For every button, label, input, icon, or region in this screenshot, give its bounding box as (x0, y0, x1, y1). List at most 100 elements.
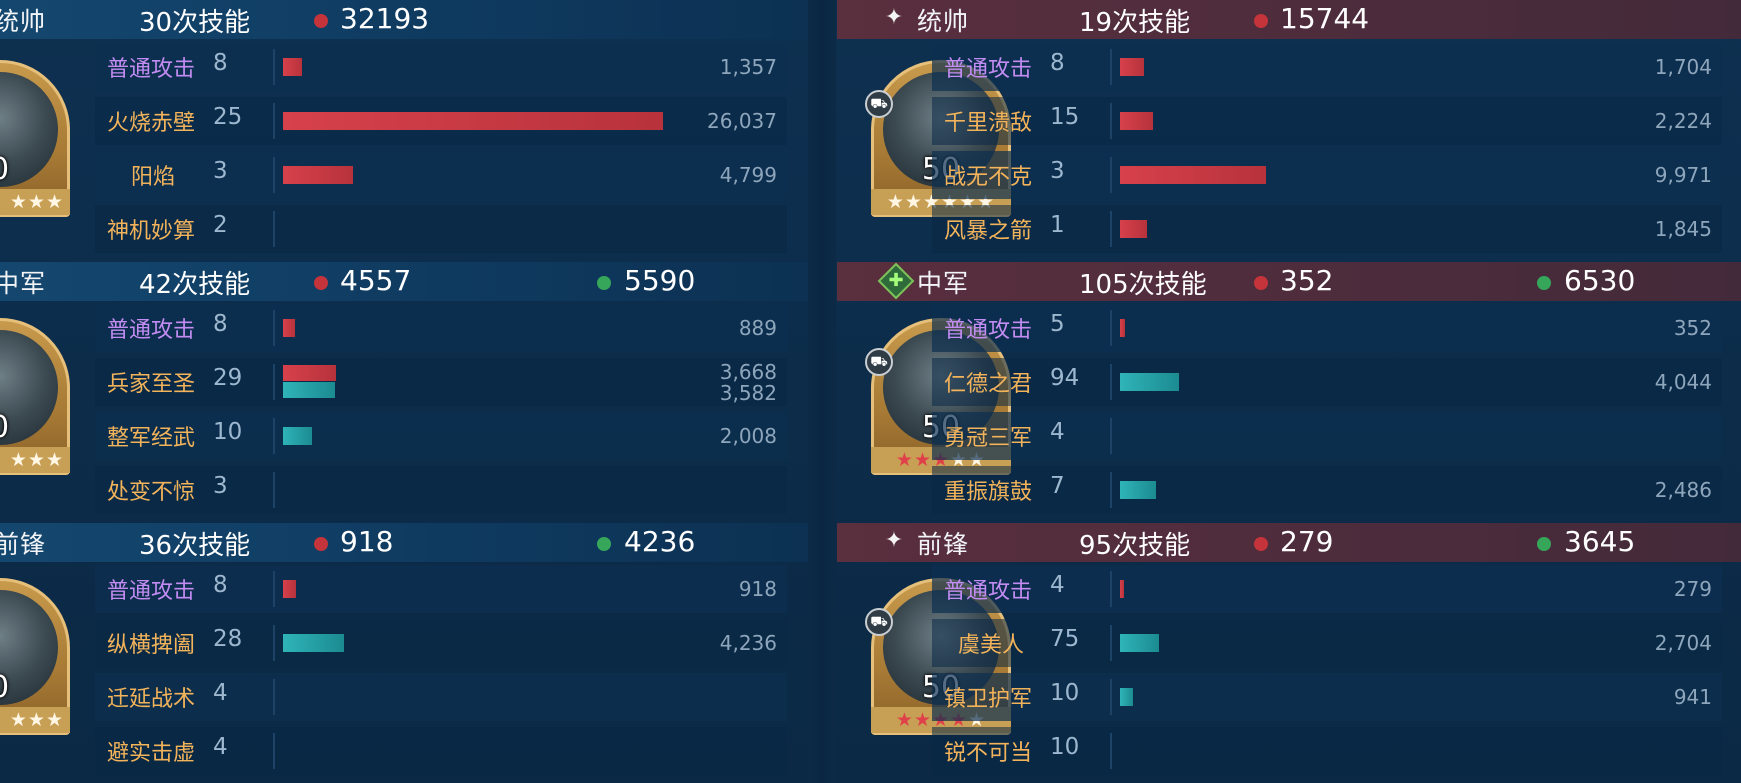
damage-dot-icon (1254, 276, 1268, 290)
damage-value: 352 (1673, 316, 1712, 340)
group-header-center: ✚ 中军 105次技能 352 6530 (837, 262, 1741, 301)
hero-stars: ★★★ (0, 447, 70, 473)
damage-bar (1120, 220, 1147, 238)
hero-portrait[interactable]: 0 ★★★ (0, 578, 70, 735)
skill-times: 7 (1050, 473, 1065, 499)
skill-name: 阳焰 (131, 165, 176, 190)
skill-count: 30次技能 (139, 8, 251, 38)
heal-value: 941 (1673, 685, 1712, 709)
skill-row: 千里溃敌 15 2,224 (932, 97, 1722, 145)
role-label: 前锋 (0, 530, 47, 559)
damage-bar (1120, 58, 1144, 76)
skill-times: 4 (1050, 572, 1065, 598)
heal-cross-icon: ✚ (877, 262, 915, 300)
group-header-commander: 统帅 30次技能 32193 (0, 0, 808, 39)
damage-bar (283, 58, 302, 76)
damage-total: 15744 (1280, 2, 1370, 35)
damage-dot-icon (314, 14, 328, 28)
skill-times: 75 (1050, 626, 1080, 652)
skill-row: 整军经武 10 2,008 (95, 412, 787, 460)
heal-bar (283, 427, 312, 445)
skill-times: 8 (213, 50, 228, 76)
skill-name: 纵横捭阖 (107, 633, 196, 658)
skill-times: 8 (213, 572, 228, 598)
heal-value: 4,044 (1654, 370, 1712, 394)
skill-times: 5 (1050, 311, 1065, 337)
role-label: 前锋 (917, 530, 970, 559)
damage-bar (283, 112, 663, 130)
damage-value: 4,799 (719, 163, 777, 187)
skill-name: 普通攻击 (944, 57, 1033, 82)
skill-row: 普通攻击 8 918 (95, 565, 787, 613)
role-label: 统帅 (0, 7, 47, 36)
skill-row: 纵横捭阖 28 4,236 (95, 619, 787, 667)
skill-name: 勇冠三军 (944, 426, 1033, 451)
damage-dot-icon (1254, 14, 1268, 28)
heal-bar (1120, 688, 1133, 706)
damage-dot-icon (314, 276, 328, 290)
heal-total: 5590 (624, 264, 696, 297)
damage-bar (1120, 112, 1153, 130)
skill-row: 战无不克 3 9,971 (932, 151, 1722, 199)
damage-value: 2,224 (1654, 109, 1712, 133)
hero-stars: ★★★ (0, 189, 70, 215)
damage-value: 9,971 (1654, 163, 1712, 187)
hero-portrait[interactable]: 0 ★★★ (0, 318, 70, 475)
skill-times: 4 (1050, 419, 1065, 445)
center-divider (808, 0, 836, 783)
heal-value: 3,582 (719, 381, 777, 405)
heal-value: 4,236 (719, 631, 777, 655)
left-team-panel: 统帅 30次技能 32193 0 ★★★ 普通攻击 8 1,357 火烧赤壁 2… (0, 0, 808, 783)
right-team-panel: ✦ 统帅 19次技能 15744 ⛟ 50 ★★★★★★ 普通攻击 8 1,70… (837, 0, 1741, 783)
skill-name: 风暴之箭 (944, 219, 1033, 244)
damage-total: 279 (1280, 525, 1334, 558)
skill-count: 105次技能 (1079, 270, 1207, 300)
skill-count: 19次技能 (1079, 8, 1191, 38)
tank-icon: ⛟ (865, 348, 893, 376)
role-label: 中军 (917, 269, 970, 298)
damage-total: 352 (1280, 264, 1334, 297)
damage-total: 918 (340, 525, 394, 558)
skill-times: 25 (213, 104, 243, 130)
group-header-center: 中军 42次技能 4557 5590 (0, 262, 808, 301)
skill-row: 迁延战术 4 (95, 673, 787, 721)
skill-name: 神机妙算 (107, 219, 196, 244)
skill-row: 普通攻击 8 889 (95, 304, 787, 352)
skill-times: 4 (213, 734, 228, 760)
skill-times: 10 (213, 419, 243, 445)
damage-bar (283, 319, 295, 337)
skill-row: 兵家至圣 29 3,668 3,582 (95, 358, 787, 406)
hero-portrait[interactable]: 0 ★★★ (0, 60, 70, 217)
heal-dot-icon (1537, 537, 1551, 551)
skill-row: 镇卫护军 10 941 (932, 673, 1722, 721)
skill-name: 迁延战术 (107, 687, 196, 712)
heal-dot-icon (597, 276, 611, 290)
skill-row: 普通攻击 5 352 (932, 304, 1722, 352)
skill-times: 4 (213, 680, 228, 706)
skill-row: 火烧赤壁 25 26,037 (95, 97, 787, 145)
skill-times: 8 (213, 311, 228, 337)
skill-times: 8 (1050, 50, 1065, 76)
damage-bar (283, 365, 336, 381)
damage-dot-icon (1254, 537, 1268, 551)
heal-bar (1120, 373, 1179, 391)
heal-dot-icon (1537, 276, 1551, 290)
damage-bar (283, 580, 296, 598)
skill-name: 锐不可当 (944, 741, 1033, 766)
skill-name: 避实击虚 (107, 741, 196, 766)
skill-times: 3 (213, 473, 228, 499)
skill-row: 风暴之箭 1 1,845 (932, 205, 1722, 253)
skill-times: 94 (1050, 365, 1080, 391)
role-label: 中军 (0, 269, 47, 298)
skill-times: 3 (213, 158, 228, 184)
skill-row: 处变不惊 3 (95, 466, 787, 514)
skill-name: 千里溃敌 (944, 111, 1033, 136)
heal-total: 4236 (624, 525, 696, 558)
skill-name: 仁德之君 (944, 372, 1033, 397)
hero-level: 0 (0, 152, 70, 187)
skill-row: 重振旗鼓 7 2,486 (932, 466, 1722, 514)
tank-icon: ⛟ (865, 608, 893, 636)
heal-value: 2,704 (1654, 631, 1712, 655)
tank-icon: ⛟ (865, 90, 893, 118)
damage-bar (1120, 580, 1124, 598)
